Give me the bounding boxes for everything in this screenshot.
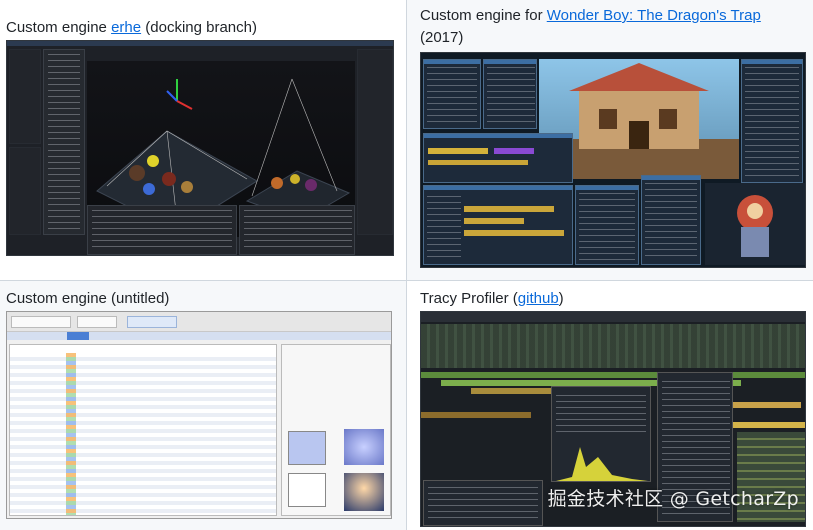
watermark-text: 掘金技术社区 @ GetcharZp [547,488,799,510]
caption-text: Custom engine for [420,7,547,24]
window-titlebar [7,41,393,46]
toolbar [421,312,805,322]
toolbox-panel [43,49,85,235]
image-gallery-grid: Custom engine erhe (docking branch) Cust… [0,0,813,530]
log-panel [87,205,237,255]
profiler-window [423,133,573,183]
caption-wonder-boy: Custom engine for Wonder Boy: The Dragon… [420,5,800,49]
data-table [9,344,277,516]
material-panel [239,205,355,255]
caption-text: ) [558,290,564,307]
sprite-preview [705,183,805,265]
tab-strip [7,332,391,340]
screenshot-erhe[interactable] [6,40,394,256]
debug-window [575,185,639,265]
debug-window [483,59,537,129]
zone-info-window [551,386,651,482]
toolbar [7,312,391,332]
character-sprite [737,195,773,257]
find-zone-window [423,480,543,526]
screenshot-untitled-engine[interactable] [6,311,392,519]
debug-window [741,59,803,183]
caption-erhe: Custom engine erhe (docking branch) [6,17,257,39]
wonder-boy-link[interactable]: Wonder Boy: The Dragon's Trap [547,7,761,24]
erhe-link[interactable]: erhe [111,19,141,36]
caption-untitled: Custom engine (untitled) [6,288,169,310]
caption-text: (docking branch) [141,19,257,36]
timeline-zone [421,372,805,378]
caption-text: Custom engine [6,19,112,36]
caption-text: Custom engine (untitled) [6,290,170,307]
caption-text: (2017) [420,29,464,46]
caption-tracy: Tracy Profiler (github) [420,288,564,310]
github-link[interactable]: github [518,290,559,307]
inspector-panel [281,344,391,516]
inspector-panel [357,49,393,235]
debug-window [423,59,481,129]
caption-text: Tracy Profiler ( [420,290,518,307]
grid-divider-vertical [406,0,407,530]
timeline-zone [421,412,531,418]
histogram [556,447,648,481]
screenshot-wonder-boy[interactable] [420,52,806,268]
properties-panel [9,147,41,235]
debug-window [641,175,701,265]
scene-tree-panel [9,49,41,144]
timeline-window [423,185,573,265]
frame-graph [421,324,805,368]
grid-divider-horizontal [0,280,813,281]
